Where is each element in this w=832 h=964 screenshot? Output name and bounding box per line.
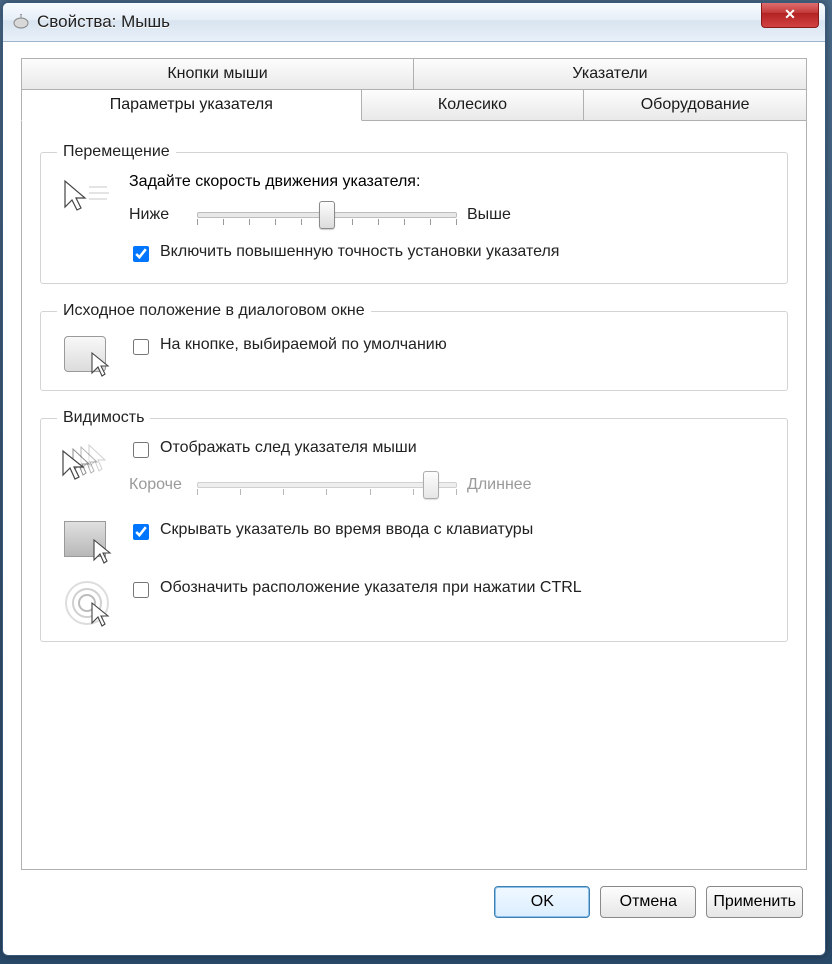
dialog-buttons: OK Отмена Применить [21, 870, 807, 918]
group-visibility: Видимость Отображать след ука [40, 409, 788, 642]
hide-while-typing-checkbox[interactable]: Скрывать указатель во время ввода с клав… [129, 521, 771, 543]
trails-short-label: Короче [129, 476, 187, 494]
client-area: Кнопки мыши Указатели Параметры указател… [3, 42, 825, 930]
close-icon: ✕ [784, 6, 796, 23]
tab-row-2: Параметры указателя Колесико Оборудовани… [21, 90, 807, 121]
motion-cursor-icon [57, 173, 113, 217]
apply-button[interactable]: Применить [706, 886, 803, 918]
snap-to-default-checkbox[interactable]: На кнопке, выбираемой по умолчанию [129, 336, 771, 358]
ctrl-locate-label: Обозначить расположение указателя при на… [160, 579, 582, 597]
close-button[interactable]: ✕ [761, 2, 819, 28]
tab-pointer-options[interactable]: Параметры указателя [21, 90, 362, 121]
tab-hardware[interactable]: Оборудование [584, 90, 807, 121]
snap-icon [57, 332, 113, 372]
pointer-trails-checkbox[interactable]: Отображать след указателя мыши [129, 439, 771, 461]
hide-while-typing-label: Скрывать указатель во время ввода с клав… [160, 521, 533, 539]
group-motion: Перемещение Задайте скор [40, 143, 788, 284]
tab-wheel[interactable]: Колесико [362, 90, 585, 121]
mouse-icon [11, 14, 31, 30]
tab-pointers[interactable]: Указатели [414, 58, 807, 90]
tab-body: Перемещение Задайте скор [21, 121, 807, 870]
hide-typing-icon [57, 517, 113, 557]
motion-label: Задайте скорость движения указателя: [129, 173, 771, 191]
motion-low-label: Ниже [129, 206, 187, 224]
enhance-precision-label: Включить повышенную точность установки у… [160, 243, 559, 261]
ctrl-locate-checkbox[interactable]: Обозначить расположение указателя при на… [129, 579, 771, 601]
snap-to-default-label: На кнопке, выбираемой по умолчанию [160, 336, 447, 354]
tab-row-1: Кнопки мыши Указатели [21, 58, 807, 90]
mouse-properties-window: Свойства: Мышь ✕ Кнопки мыши Указатели П… [2, 2, 826, 956]
enhance-precision-checkbox[interactable]: Включить повышенную точность установки у… [129, 243, 771, 265]
titlebar[interactable]: Свойства: Мышь ✕ [3, 3, 825, 42]
cancel-button[interactable]: Отмена [600, 886, 696, 918]
ctrl-locate-icon [57, 575, 113, 623]
group-visibility-legend: Видимость [57, 409, 150, 427]
trails-icon [57, 439, 113, 483]
motion-high-label: Выше [467, 206, 525, 224]
group-motion-legend: Перемещение [57, 143, 176, 161]
pointer-trails-label: Отображать след указателя мыши [160, 439, 417, 457]
group-snap-legend: Исходное положение в диалоговом окне [57, 302, 371, 320]
group-snap: Исходное положение в диалоговом окне На … [40, 302, 788, 391]
trails-length-slider [197, 471, 457, 499]
tab-buttons[interactable]: Кнопки мыши [21, 58, 414, 90]
trails-long-label: Длиннее [467, 476, 532, 494]
window-title: Свойства: Мышь [37, 12, 170, 32]
motion-speed-slider[interactable] [197, 201, 457, 229]
ok-button[interactable]: OK [494, 886, 590, 918]
